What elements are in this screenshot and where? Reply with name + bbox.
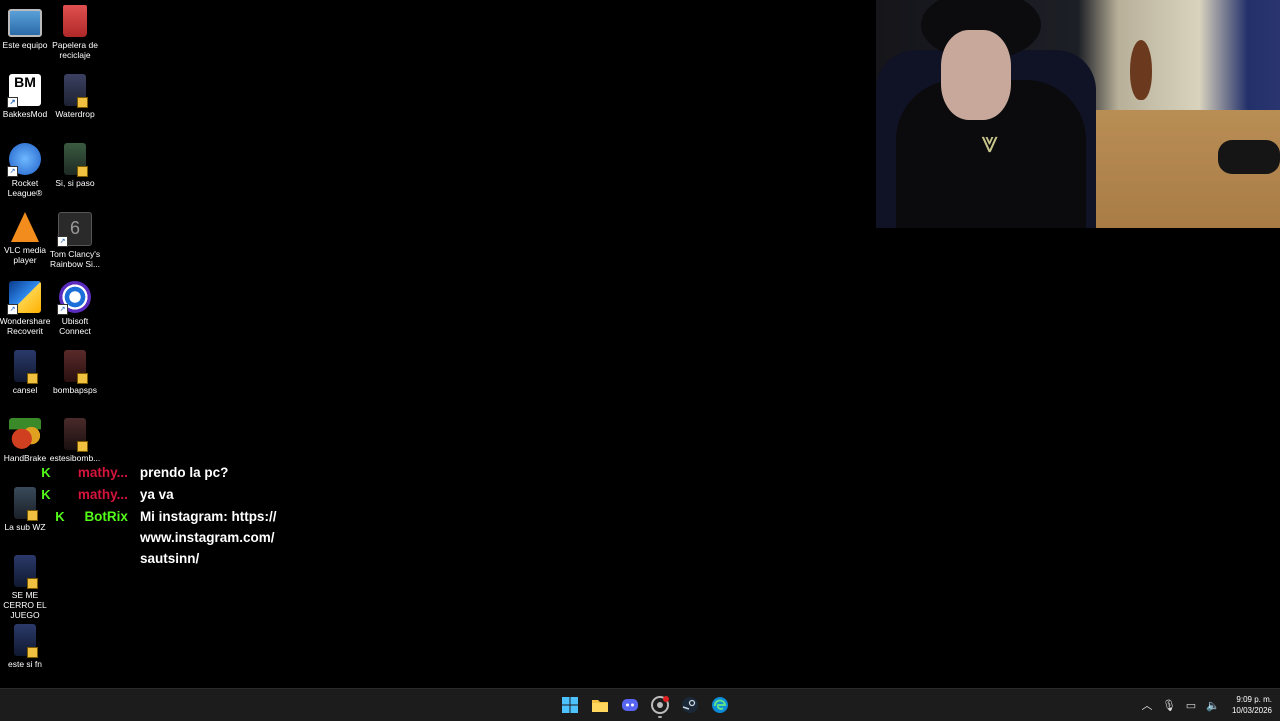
video-badge-icon — [77, 166, 88, 177]
handbrake-pineapple-icon — [9, 418, 41, 450]
desktop-icon-ubisoft[interactable]: ↗ Ubisoft Connect — [50, 281, 100, 347]
edge-button[interactable] — [706, 691, 734, 719]
volume-icon[interactable]: 🔈 — [1203, 695, 1223, 715]
chat-text: ya va — [139, 487, 174, 502]
steam-button[interactable] — [676, 691, 704, 719]
clock-time: 9:09 p. m. — [1236, 695, 1272, 704]
taskbar-clock[interactable]: 9:09 p. m. 10/03/2026 — [1232, 694, 1272, 716]
monitor-icon — [8, 9, 42, 37]
recycle-bin-icon — [63, 5, 87, 37]
rainbow-six-icon: 6 ↗ — [57, 212, 92, 247]
rocket-league-icon: ↗ — [7, 143, 41, 177]
discord-button[interactable] — [616, 691, 644, 719]
desktop-icon-label: BakkesMod — [2, 109, 48, 119]
video-file-icon — [14, 624, 38, 658]
chat-username: BotRix — [84, 509, 128, 524]
desktop-icon-label: Papelera de reciclaje — [52, 40, 98, 60]
file-explorer-button[interactable] — [586, 691, 614, 719]
desktop-icon-label: SE ME CERRO EL JUEGO — [3, 590, 47, 620]
desktop-icon-este-equipo[interactable]: Este equipo — [0, 5, 50, 71]
desktop-icon-vlc[interactable]: VLC media player — [0, 212, 50, 278]
shortcut-arrow-icon: ↗ — [7, 166, 18, 177]
chat-message: K mathy... prendo la pc? — [38, 462, 278, 484]
video-badge-icon — [77, 97, 88, 108]
shortcut-arrow-icon: ↗ — [57, 304, 68, 315]
kick-badge-icon: K — [41, 465, 51, 480]
desktop-icon-label: bombapsps — [53, 385, 97, 395]
video-badge-icon — [27, 578, 38, 589]
desktop-icon-label: Rocket League® — [7, 178, 43, 198]
video-file-icon — [14, 555, 38, 589]
taskbar: ︿ 🎙 ▭ 🔈 9:09 p. m. 10/03/2026 — [0, 688, 1280, 721]
webcam-shirt-logo: ⩔ — [981, 125, 998, 160]
kick-badge-icon: K — [41, 487, 51, 502]
video-file-icon — [64, 143, 88, 177]
desktop-icon-papelera[interactable]: Papelera de reciclaje — [50, 5, 100, 71]
windows-start-icon — [562, 697, 578, 713]
desktop-icon-si-si-paso[interactable]: Si, si paso — [50, 143, 100, 209]
vlc-cone-icon — [11, 212, 39, 242]
desktop-icon-waterdrop[interactable]: Waterdrop — [50, 74, 100, 140]
wondershare-icon: ↗ — [7, 281, 41, 315]
video-file-icon — [64, 418, 88, 452]
video-file-icon — [14, 487, 38, 521]
desktop-icon-label: cansel — [12, 385, 38, 395]
desktop-icon-label: este si fn — [7, 659, 43, 669]
desktop-icon-label: Waterdrop — [55, 109, 95, 119]
discord-icon — [622, 699, 638, 711]
stream-chat-overlay: K mathy... prendo la pc? K mathy... ya v… — [38, 462, 278, 569]
video-badge-icon — [27, 510, 38, 521]
desktop-icon-label: Wondershare Recoverit — [0, 316, 51, 336]
desktop: Este equipo Papelera de reciclaje BM ↗ Ba… — [0, 0, 1280, 688]
webcam-microphone — [1218, 140, 1280, 174]
desktop-icon-wondershare[interactable]: ↗ Wondershare Recoverit — [0, 281, 50, 347]
shortcut-arrow-icon: ↗ — [7, 304, 18, 315]
chat-message: K mathy... ya va — [38, 484, 278, 506]
desktop-icon-label: Tom Clancy's Rainbow Si... — [49, 249, 101, 269]
shortcut-arrow-icon: ↗ — [7, 97, 18, 108]
taskbar-apps — [555, 689, 735, 721]
system-tray: ︿ 🎙 ▭ 🔈 9:09 p. m. 10/03/2026 — [1136, 689, 1272, 721]
desktop-icon-label: Si, si paso — [55, 178, 95, 188]
desktop-icon-bombapsps[interactable]: bombapsps — [50, 350, 100, 416]
start-button[interactable] — [556, 691, 584, 719]
desktop-icon-label: Este equipo — [2, 40, 48, 50]
steam-icon — [682, 697, 698, 713]
webcam-guitar — [1130, 40, 1152, 100]
chat-message: K BotRix Mi instagram: https://www.insta… — [38, 506, 278, 569]
desktop-icon-este-si-fn[interactable]: este si fn — [0, 624, 50, 690]
video-file-icon — [14, 350, 38, 384]
ubisoft-icon: ↗ — [57, 281, 91, 315]
bakkesmod-icon: BM ↗ — [7, 74, 41, 108]
network-icon[interactable]: ▭ — [1181, 695, 1201, 715]
desktop-icon-rainbow-six[interactable]: 6 ↗ Tom Clancy's Rainbow Si... — [50, 212, 100, 278]
shortcut-arrow-icon: ↗ — [57, 236, 68, 247]
desktop-icon-label: Ubisoft Connect — [59, 316, 91, 336]
desktop-icon-cansel[interactable]: cansel — [0, 350, 50, 416]
video-file-icon — [64, 350, 88, 384]
edge-icon — [712, 697, 728, 713]
chat-username: mathy... — [77, 487, 128, 502]
desktop-icon-bakkesmod[interactable]: BM ↗ BakkesMod — [0, 74, 50, 140]
chat-text: Mi instagram: https://www.instagram.com/… — [139, 509, 277, 566]
file-explorer-icon — [592, 700, 608, 712]
desktop-icon-label: VLC media player — [3, 245, 47, 265]
chrome-button[interactable] — [646, 691, 674, 719]
video-badge-icon — [77, 441, 88, 452]
video-file-icon — [64, 74, 88, 108]
chrome-icon — [651, 696, 669, 714]
clock-date: 10/03/2026 — [1231, 706, 1272, 715]
video-badge-icon — [27, 373, 38, 384]
kick-badge-icon: K — [55, 509, 65, 524]
chevron-up-icon[interactable]: ︿ — [1137, 695, 1157, 715]
webcam-person-face — [941, 30, 1011, 120]
video-badge-icon — [77, 373, 88, 384]
active-app-indicator — [658, 716, 662, 718]
webcam-overlay: ⩔ — [876, 0, 1280, 228]
chat-username: mathy... — [77, 465, 128, 480]
desktop-icon-rocket-league[interactable]: ↗ Rocket League® — [0, 143, 50, 209]
chat-text: prendo la pc? — [139, 465, 229, 480]
microphone-icon[interactable]: 🎙 — [1159, 695, 1179, 715]
video-badge-icon — [27, 647, 38, 658]
